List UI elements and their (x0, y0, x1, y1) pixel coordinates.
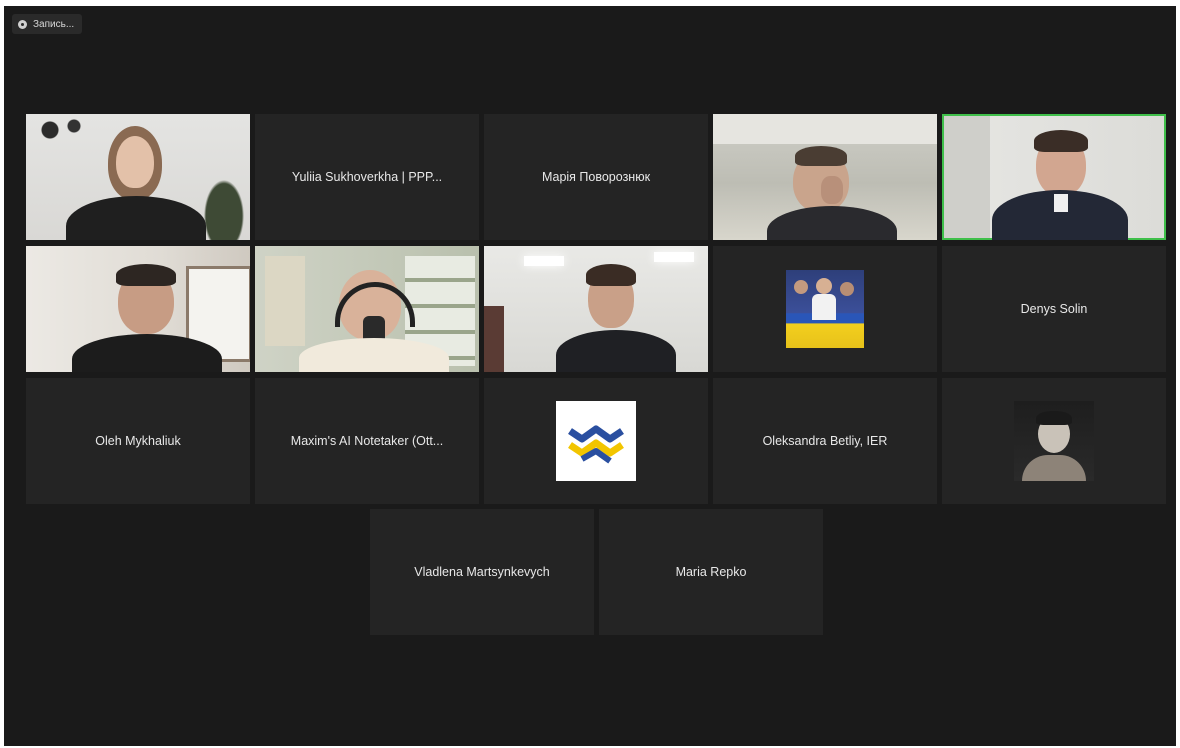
participant-tile[interactable]: Vladlena Martsynkevych (370, 509, 594, 635)
participant-tile[interactable] (26, 246, 250, 372)
participant-tile[interactable] (484, 378, 708, 504)
participant-name: Oleh Mykhaliuk (95, 434, 181, 448)
participant-tile[interactable] (484, 246, 708, 372)
participant-tile-active-speaker[interactable] (942, 114, 1166, 240)
participant-tile[interactable] (255, 246, 479, 372)
participant-name: Denys Solin (1020, 302, 1088, 316)
recording-label: Запись... (33, 18, 75, 30)
participant-tile[interactable]: Denys Solin (942, 246, 1166, 372)
participant-tile[interactable] (713, 114, 937, 240)
participant-video (713, 114, 937, 240)
participant-name: Oleksandra Betliy, IER (762, 434, 888, 448)
participant-video (484, 246, 708, 372)
participant-video (26, 114, 250, 240)
recording-indicator[interactable]: Запись... (12, 14, 83, 34)
participant-name: Vladlena Martsynkevych (414, 565, 550, 579)
participant-avatar-group-photo (786, 270, 864, 348)
meeting-window: Запись... Yuliia Sukhoverkha | PPP... Ма… (4, 6, 1176, 746)
participant-name: Maria Repko (675, 565, 747, 579)
participant-name: Марія Поворознюк (541, 170, 651, 184)
participant-tile[interactable]: Maxim's AI Notetaker (Ott... (255, 378, 479, 504)
participant-tile[interactable]: Yuliia Sukhoverkha | PPP... (255, 114, 479, 240)
participant-tile[interactable]: Oleh Mykhaliuk (26, 378, 250, 504)
participant-tile[interactable] (713, 246, 937, 372)
participant-avatar-logo (556, 401, 636, 481)
logo-icon (568, 425, 624, 464)
participant-video (944, 116, 1164, 240)
participant-video (255, 246, 479, 372)
participant-tile[interactable]: Марія Поворознюк (484, 114, 708, 240)
participant-tile[interactable] (26, 114, 250, 240)
participant-video (26, 246, 250, 372)
participant-tile[interactable]: Maria Repko (599, 509, 823, 635)
participant-name: Yuliia Sukhoverkha | PPP... (291, 170, 443, 184)
record-icon (18, 19, 27, 29)
participant-tile[interactable] (942, 378, 1166, 504)
participant-tile[interactable]: Oleksandra Betliy, IER (713, 378, 937, 504)
participant-name: Maxim's AI Notetaker (Ott... (290, 434, 444, 448)
participant-avatar-portrait (1014, 401, 1094, 481)
